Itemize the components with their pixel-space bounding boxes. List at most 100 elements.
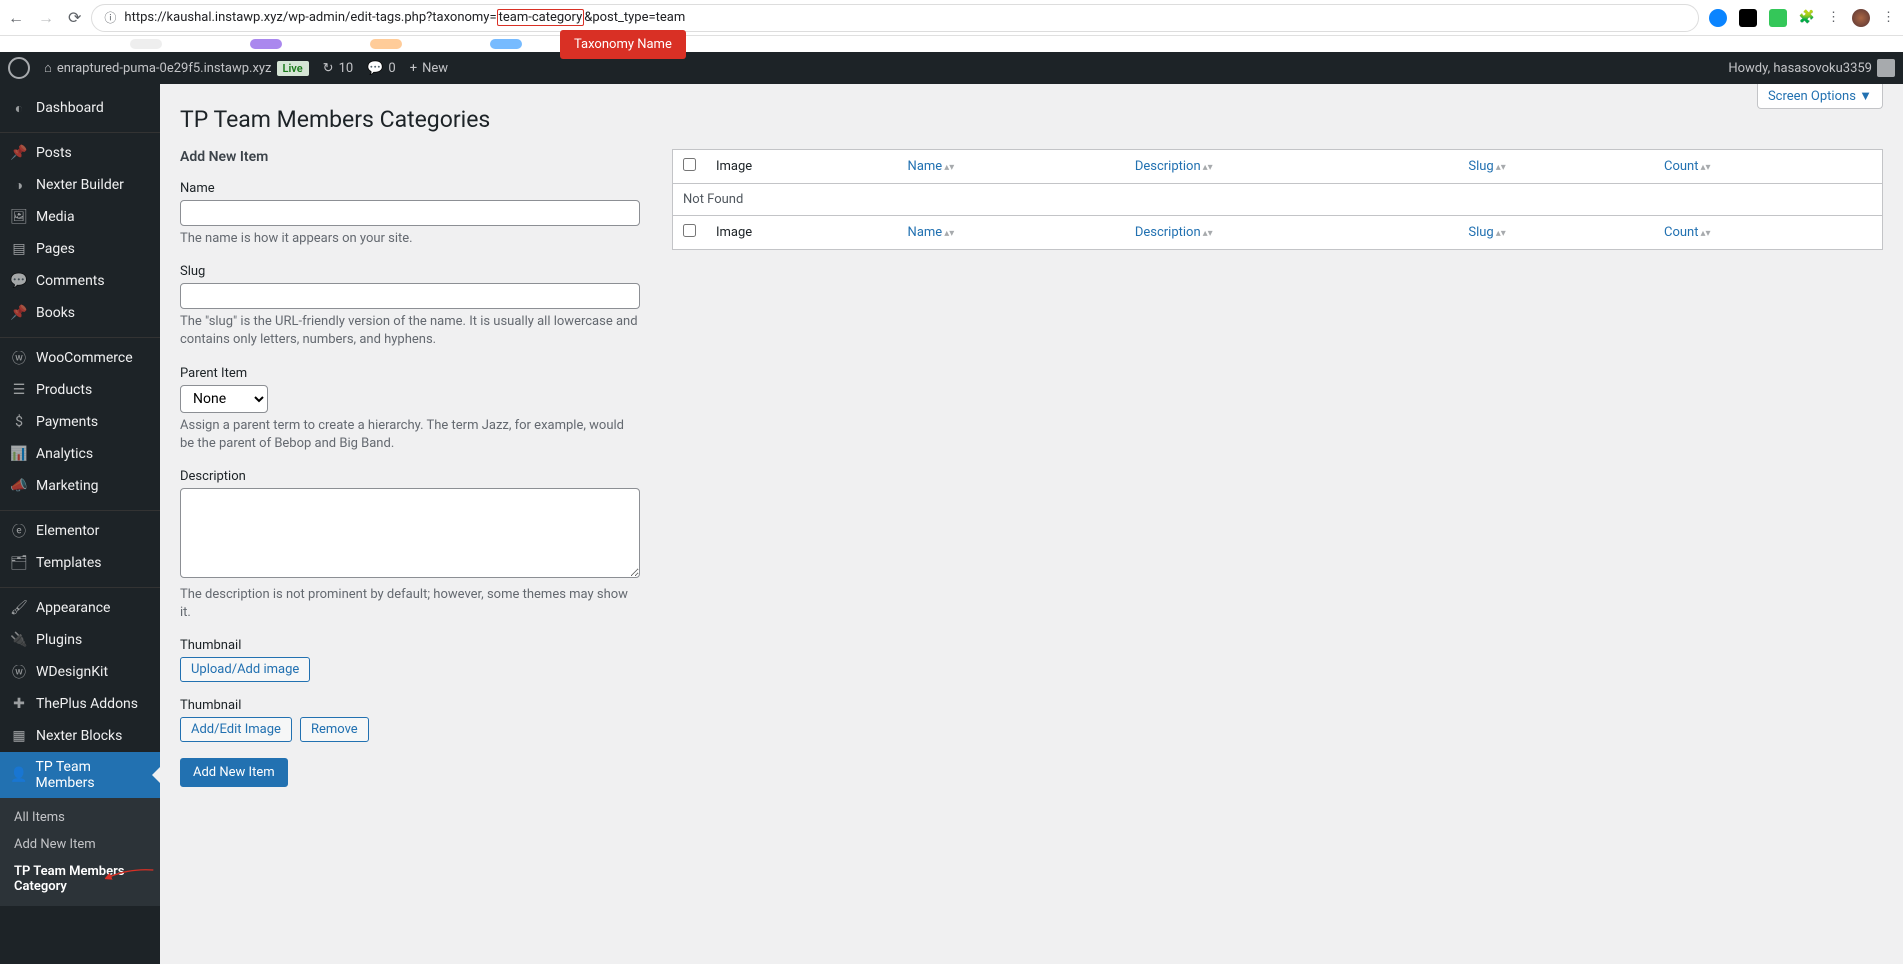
- plugins-icon: 🔌: [10, 631, 28, 649]
- ext-icon[interactable]: [1769, 9, 1787, 27]
- parent-select[interactable]: None: [180, 385, 268, 413]
- slug-input[interactable]: [180, 283, 640, 309]
- menu-tpteam[interactable]: 👤TP Team Members: [0, 752, 160, 798]
- remove-image-button[interactable]: Remove: [300, 717, 369, 742]
- sort-icon: ▴▾: [944, 162, 954, 173]
- parent-help: Assign a parent term to create a hierarc…: [180, 417, 640, 453]
- submit-button[interactable]: Add New Item: [180, 758, 288, 787]
- add-edit-image-button[interactable]: Add/Edit Image: [180, 717, 292, 742]
- refresh-count[interactable]: ↻ 10: [323, 61, 354, 76]
- col-description-foot[interactable]: Description▴▾: [1125, 216, 1459, 250]
- description-label: Description: [180, 469, 640, 484]
- menu-templates[interactable]: 🗂Templates: [0, 547, 160, 579]
- refresh-icon: ↻: [323, 61, 334, 76]
- browser-extensions: 🧩 ⋮ ⋮: [1709, 9, 1895, 27]
- pages-icon: ▤: [10, 240, 28, 258]
- menu-analytics[interactable]: 📊Analytics: [0, 438, 160, 470]
- plus-icon: +: [410, 61, 417, 76]
- ext-icon[interactable]: [1709, 9, 1727, 27]
- nav-reload-icon[interactable]: ⟳: [68, 8, 81, 28]
- menu-elementor[interactable]: ⓔElementor: [0, 515, 160, 547]
- screen-options-button[interactable]: Screen Options ▼: [1757, 84, 1883, 109]
- submenu-category[interactable]: TP Team Members Category: [0, 858, 160, 900]
- submenu-add-new[interactable]: Add New Item: [0, 831, 160, 858]
- col-slug-foot[interactable]: Slug▴▾: [1458, 216, 1654, 250]
- site-link[interactable]: ⌂ enraptured-puma-0e29f5.instawp.xyz Liv…: [44, 60, 309, 76]
- menu-comments[interactable]: 💬Comments: [0, 265, 160, 297]
- nav-forward-icon[interactable]: →: [38, 8, 54, 28]
- puzzle-icon[interactable]: 🧩: [1799, 10, 1815, 25]
- menu-woocommerce[interactable]: ⓦWooCommerce: [0, 342, 160, 374]
- url-bar[interactable]: ⓘ https://kaushal.instawp.xyz/wp-admin/e…: [91, 4, 1698, 32]
- col-image-foot: Image: [706, 216, 898, 250]
- slug-help: The "slug" is the URL-friendly version o…: [180, 313, 640, 349]
- menu-posts[interactable]: 📌Posts: [0, 137, 160, 169]
- thumbnail-label-2: Thumbnail: [180, 698, 640, 713]
- payments-icon: $: [10, 413, 28, 431]
- templates-icon: 🗂: [10, 554, 28, 572]
- admin-sidebar: ◐Dashboard 📌Posts ◑Nexter Builder 🖼Media…: [0, 84, 160, 964]
- dashboard-icon: ◐: [10, 99, 28, 117]
- home-icon: ⌂: [44, 60, 52, 76]
- menu-wdesignkit[interactable]: ⓦWDesignKit: [0, 656, 160, 688]
- wp-logo-icon[interactable]: [8, 57, 30, 79]
- description-textarea[interactable]: [180, 488, 640, 578]
- sort-icon: ▴▾: [1203, 162, 1213, 173]
- menu-marketing[interactable]: 📣Marketing: [0, 470, 160, 502]
- menu-nexterblocks[interactable]: ▦Nexter Blocks: [0, 720, 160, 752]
- nexterblocks-icon: ▦: [10, 727, 28, 745]
- nexter-icon: ◑: [10, 176, 28, 194]
- avatar: [1877, 59, 1895, 77]
- comments-count[interactable]: 💬 0: [367, 61, 396, 76]
- ext-icon[interactable]: [1739, 9, 1757, 27]
- menu-payments[interactable]: $Payments: [0, 406, 160, 438]
- menu-theplus[interactable]: ✚ThePlus Addons: [0, 688, 160, 720]
- howdy-menu[interactable]: Howdy, hasasovoku3359: [1728, 59, 1895, 77]
- tpteam-icon: 👤: [10, 766, 27, 784]
- analytics-icon: 📊: [10, 445, 28, 463]
- sort-icon: ▴▾: [1203, 228, 1213, 239]
- theplus-icon: ✚: [10, 695, 28, 713]
- add-term-form: Add New Item Name The name is how it app…: [180, 149, 640, 787]
- menu-nexter[interactable]: ◑Nexter Builder: [0, 169, 160, 201]
- nav-back-icon[interactable]: ←: [8, 8, 24, 28]
- col-description[interactable]: Description▴▾: [1125, 150, 1459, 184]
- select-all-checkbox-foot[interactable]: [683, 224, 696, 237]
- no-items-row: Not Found: [673, 184, 1883, 216]
- menu-media[interactable]: 🖼Media: [0, 201, 160, 233]
- new-menu[interactable]: + New: [410, 61, 448, 76]
- menu-appearance[interactable]: 🖌Appearance: [0, 592, 160, 624]
- wp-adminbar: ⌂ enraptured-puma-0e29f5.instawp.xyz Liv…: [0, 52, 1903, 84]
- submenu-all-items[interactable]: All Items: [0, 804, 160, 831]
- menu-products[interactable]: ☰Products: [0, 374, 160, 406]
- menu-icon[interactable]: ⋮: [1882, 10, 1895, 25]
- col-count[interactable]: Count▴▾: [1654, 150, 1882, 184]
- menu-books[interactable]: 📌Books: [0, 297, 160, 329]
- site-info-icon: ⓘ: [104, 9, 116, 26]
- col-slug[interactable]: Slug▴▾: [1458, 150, 1654, 184]
- profile-avatar[interactable]: [1852, 9, 1870, 27]
- live-badge: Live: [277, 61, 309, 76]
- sort-icon: ▴▾: [1701, 228, 1711, 239]
- col-name-foot[interactable]: Name▴▾: [898, 216, 1125, 250]
- kebab-icon[interactable]: ⋮: [1827, 10, 1840, 25]
- products-icon: ☰: [10, 381, 28, 399]
- sort-icon: ▴▾: [1701, 162, 1711, 173]
- site-name: enraptured-puma-0e29f5.instawp.xyz: [57, 61, 272, 76]
- col-count-foot[interactable]: Count▴▾: [1654, 216, 1882, 250]
- menu-dashboard[interactable]: ◐Dashboard: [0, 92, 160, 124]
- name-input[interactable]: [180, 200, 640, 226]
- comments-icon: 💬: [10, 272, 28, 290]
- url-text: https://kaushal.instawp.xyz/wp-admin/edi…: [124, 10, 685, 25]
- media-icon: 🖼: [10, 208, 28, 226]
- tab-strip: [0, 36, 1903, 52]
- upload-image-button[interactable]: Upload/Add image: [180, 657, 310, 682]
- menu-plugins[interactable]: 🔌Plugins: [0, 624, 160, 656]
- description-help: The description is not prominent by defa…: [180, 586, 640, 622]
- form-heading: Add New Item: [180, 149, 640, 165]
- menu-pages[interactable]: ▤Pages: [0, 233, 160, 265]
- col-name[interactable]: Name▴▾: [898, 150, 1125, 184]
- col-image: Image: [706, 150, 898, 184]
- sort-icon: ▴▾: [1496, 162, 1506, 173]
- select-all-checkbox[interactable]: [683, 158, 696, 171]
